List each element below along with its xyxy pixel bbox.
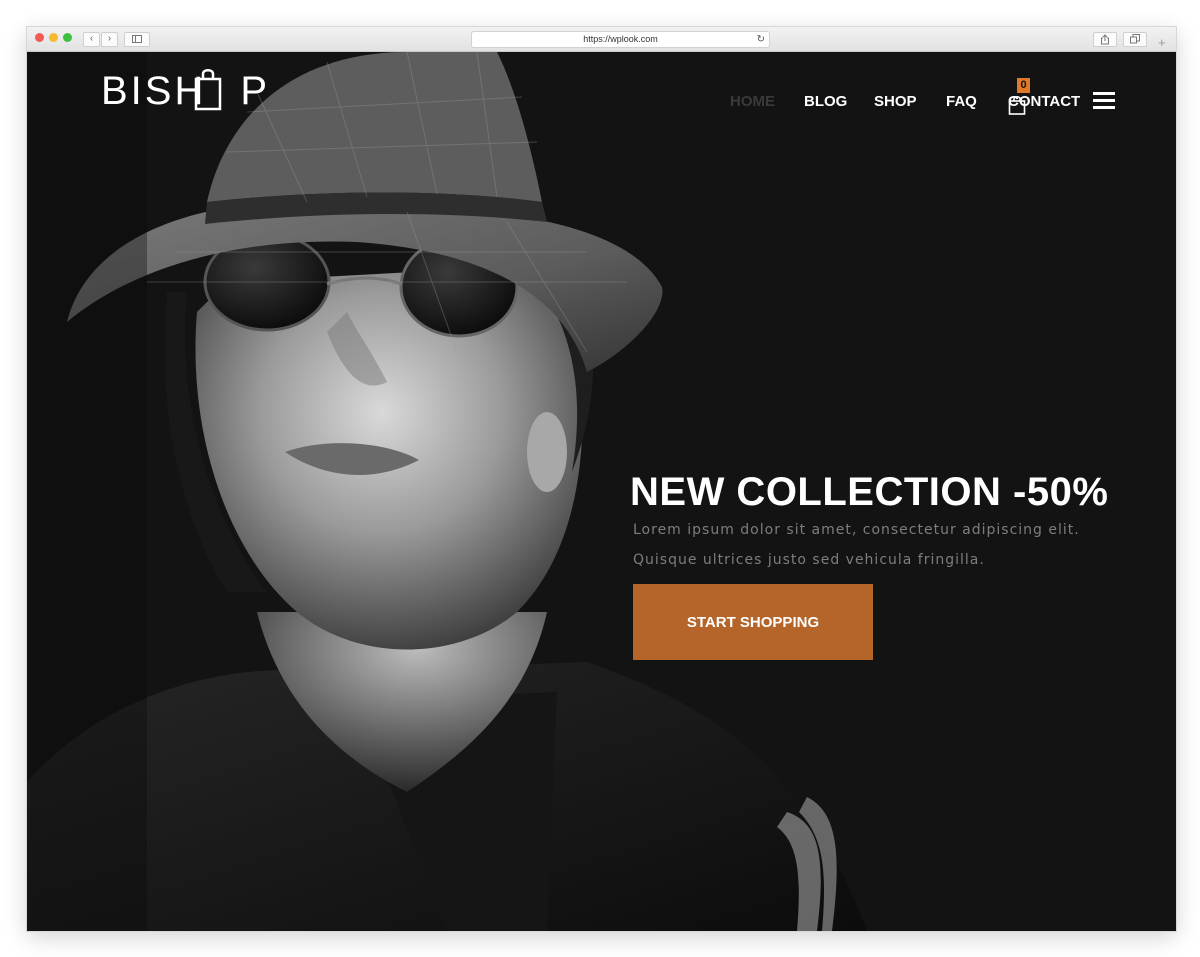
nav-faq-link[interactable]: FAQ [946,93,977,110]
site-logo[interactable]: BISH P [101,67,267,113]
zoom-window-icon[interactable] [63,33,72,42]
nav-shop-link[interactable]: SHOP [874,93,917,110]
logo-text-part1: BISH [101,69,207,113]
tabs-icon[interactable] [1123,32,1147,47]
hero-subtext-line2: Quisque ultrices justo sed vehicula frin… [633,552,985,568]
cart-count-badge: 0 [1017,78,1030,93]
hero-section: BISH P HOME BLOG SHOP FAQ CONTACT 0 NEW C… [27,52,1176,931]
cart-icon[interactable] [1008,95,1026,115]
sidebar-icon[interactable] [124,32,150,47]
hero-subtext-line1: Lorem ipsum dolor sit amet, consectetur … [633,522,1080,538]
reload-icon[interactable]: ↻ [757,32,765,47]
browser-toolbar: ‹ › https://wplook.com ↻ + [27,27,1176,52]
share-icon[interactable] [1093,32,1117,47]
hero-headline: NEW COLLECTION -50% [630,470,1109,514]
close-window-icon[interactable] [35,33,44,42]
minimize-window-icon[interactable] [49,33,58,42]
forward-arrow-icon[interactable]: › [101,32,118,47]
shopping-bag-icon [194,69,222,111]
start-shopping-button[interactable]: START SHOPPING [633,584,873,660]
url-text: https://wplook.com [583,34,658,44]
nav-blog-link[interactable]: BLOG [804,93,847,110]
nav-home-link[interactable]: HOME [730,93,775,110]
new-tab-icon[interactable]: + [1158,36,1166,49]
back-arrow-icon[interactable]: ‹ [83,32,100,47]
hamburger-menu-icon[interactable] [1093,92,1115,110]
address-bar[interactable]: https://wplook.com ↻ [471,31,770,48]
browser-window: ‹ › https://wplook.com ↻ + BISH P HOME B… [27,27,1176,931]
logo-text-part2: P [240,69,271,113]
